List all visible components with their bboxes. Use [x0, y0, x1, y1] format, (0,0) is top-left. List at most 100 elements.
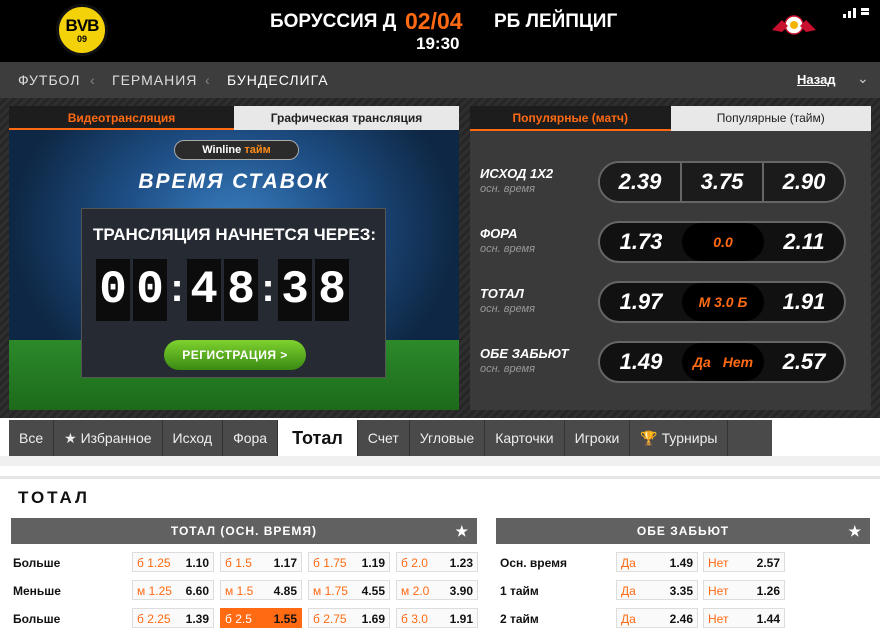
match-header: BVB 09 БОРУССИЯ Д 02/04 РБ ЛЕЙПЦИГ 19:30 — [0, 0, 880, 62]
star-icon[interactable]: ★ — [848, 518, 862, 544]
odd-right[interactable]: 2.57 — [764, 343, 844, 381]
odd-cell-selected[interactable]: б 2.5 1.55 — [220, 608, 302, 628]
tab-favorites[interactable]: ★ Избранное — [54, 420, 163, 456]
yes: Да — [621, 556, 636, 570]
market-label: ОБЕ ЗАБЬЮТ — [480, 346, 569, 361]
breadcrumb-league[interactable]: БУНДЕСЛИГА — [227, 72, 329, 88]
no-label: Нет — [722, 354, 754, 370]
total-value: М 3.0 Б — [682, 283, 764, 321]
odd-cell[interactable]: Да 2.46 — [616, 608, 698, 628]
odd-cell[interactable]: Нет 1.26 — [703, 580, 785, 600]
odd: 1.49 — [669, 556, 693, 570]
yes: Да — [621, 584, 636, 598]
line: б 1.25 — [137, 556, 171, 570]
tab-tournaments-label: Турниры — [661, 430, 718, 446]
line: б 1.5 — [225, 556, 252, 570]
odd-cell[interactable]: м 2.0 3.90 — [396, 580, 478, 600]
odd-right[interactable]: 2.11 — [764, 223, 844, 261]
row-label: Меньше — [13, 584, 61, 598]
odd-cell[interactable]: м 1.25 6.60 — [132, 580, 214, 600]
odd: 3.90 — [449, 584, 473, 598]
breadcrumb-football[interactable]: ФУТБОЛ — [18, 72, 80, 88]
category-tabs: Все ★ Избранное Исход Фора Тотал Счет Уг… — [9, 420, 772, 456]
yes: Да — [621, 612, 636, 626]
odd-cell[interactable]: б 2.75 1.69 — [308, 608, 390, 628]
odd-cell[interactable]: м 1.75 4.55 — [308, 580, 390, 600]
tab-all[interactable]: Все — [9, 420, 55, 456]
tab-popular-half[interactable]: Популярные (тайм) — [670, 106, 871, 131]
chevron-down-icon[interactable]: ⌄ — [857, 70, 870, 87]
odd-left[interactable]: 1.73 — [600, 223, 682, 261]
row-label: Больше — [13, 612, 61, 626]
tab-players[interactable]: Игроки — [565, 420, 631, 456]
odd-cell[interactable]: м 1.5 4.85 — [220, 580, 302, 600]
odd-cell[interactable]: Да 3.35 — [616, 580, 698, 600]
line: м 1.25 — [137, 584, 172, 598]
register-button[interactable]: РЕГИСТРАЦИЯ > — [164, 340, 306, 370]
tab-result[interactable]: Исход — [163, 420, 224, 456]
odd-left[interactable]: 1.49 — [600, 343, 682, 381]
both-score-header: ОБЕ ЗАБЬЮТ ★ — [496, 518, 870, 544]
odds-row-both-score: ОБЕ ЗАБЬЮТ осн. время 1.49 Да Нет 2.57 — [470, 336, 871, 386]
odd-left[interactable]: 1.97 — [600, 283, 682, 321]
market-label: ФОРА — [480, 226, 518, 241]
tab-score[interactable]: Счет — [358, 420, 410, 456]
odd-cell[interactable]: б 1.75 1.19 — [308, 552, 390, 572]
section-title: ТОТАЛ — [18, 488, 90, 507]
odd-cell[interactable]: б 1.25 1.10 — [132, 552, 214, 572]
home-logo-sub: 09 — [76, 33, 87, 44]
colon: : — [170, 266, 184, 310]
line: б 2.0 — [401, 556, 428, 570]
brand-suffix: тайм — [244, 144, 271, 156]
odd-mid[interactable]: 3.75 — [682, 163, 764, 201]
breadcrumb: ФУТБОЛ ‹ ГЕРМАНИЯ ‹ БУНДЕСЛИГА Назад ⌄ — [0, 62, 880, 98]
odd: 1.44 — [756, 612, 780, 626]
odd: 1.17 — [273, 556, 297, 570]
market-label: ТОТАЛ — [480, 286, 524, 301]
star-icon[interactable]: ★ — [455, 518, 469, 544]
back-link[interactable]: Назад — [797, 72, 836, 87]
odd: 4.85 — [273, 584, 297, 598]
tab-total[interactable]: Тотал — [278, 420, 358, 456]
odd-cell[interactable]: б 2.0 1.23 — [396, 552, 478, 572]
odds-pill: 1.97 М 3.0 Б 1.91 — [598, 281, 846, 323]
odds-row-total: ТОТАЛ осн. время 1.97 М 3.0 Б 1.91 — [470, 276, 871, 326]
brand-name: Winline — [202, 144, 242, 156]
odd-left[interactable]: 2.39 — [600, 163, 682, 201]
odd-cell[interactable]: Нет 2.57 — [703, 552, 785, 572]
odd-cell[interactable]: б 2.25 1.39 — [132, 608, 214, 628]
yes-no-label: Да Нет — [682, 343, 764, 381]
home-logo-text: BVB — [65, 15, 100, 35]
tab-corners[interactable]: Угловые — [410, 420, 486, 456]
market-sub: осн. время — [480, 183, 536, 195]
both-score-title: ОБЕ ЗАБЬЮТ — [636, 524, 730, 538]
odd-right[interactable]: 2.90 — [764, 163, 844, 201]
match-time: 19:30 — [416, 34, 460, 53]
market-sub: осн. время — [480, 243, 536, 255]
odd: 1.26 — [756, 584, 780, 598]
digit: 3 — [278, 259, 312, 321]
winline-badge: Winline тайм — [174, 140, 299, 160]
line: м 2.0 — [401, 584, 430, 598]
breadcrumb-germany[interactable]: ГЕРМАНИЯ — [112, 72, 197, 88]
odd: 1.23 — [449, 556, 473, 570]
odd-right[interactable]: 1.91 — [764, 283, 844, 321]
tab-cards[interactable]: Карточки — [485, 420, 565, 456]
banner-title: ВРЕМЯ СТАВОК — [138, 170, 330, 193]
tab-popular-match[interactable]: Популярные (матч) — [470, 106, 671, 131]
odds-pill: 2.39 3.75 2.90 — [598, 161, 846, 203]
odd-cell[interactable]: Нет 1.44 — [703, 608, 785, 628]
odd-cell[interactable]: б 3.0 1.91 — [396, 608, 478, 628]
tab-video[interactable]: Видеотрансляция — [9, 106, 234, 130]
market-sub: осн. время — [480, 363, 536, 375]
odd-cell[interactable]: б 1.5 1.17 — [220, 552, 302, 572]
line: м 1.75 — [313, 584, 348, 598]
odd: 2.46 — [669, 612, 693, 626]
chevron-left-icon: ‹ — [205, 72, 211, 88]
odd-cell[interactable]: Да 1.49 — [616, 552, 698, 572]
tab-tournaments[interactable]: 🏆 Турниры — [630, 420, 729, 456]
home-team-logo: BVB 09 — [56, 4, 108, 56]
tab-graphic[interactable]: Графическая трансляция — [234, 106, 459, 130]
tab-handicap[interactable]: Фора — [223, 420, 279, 456]
odd: 4.55 — [361, 584, 385, 598]
